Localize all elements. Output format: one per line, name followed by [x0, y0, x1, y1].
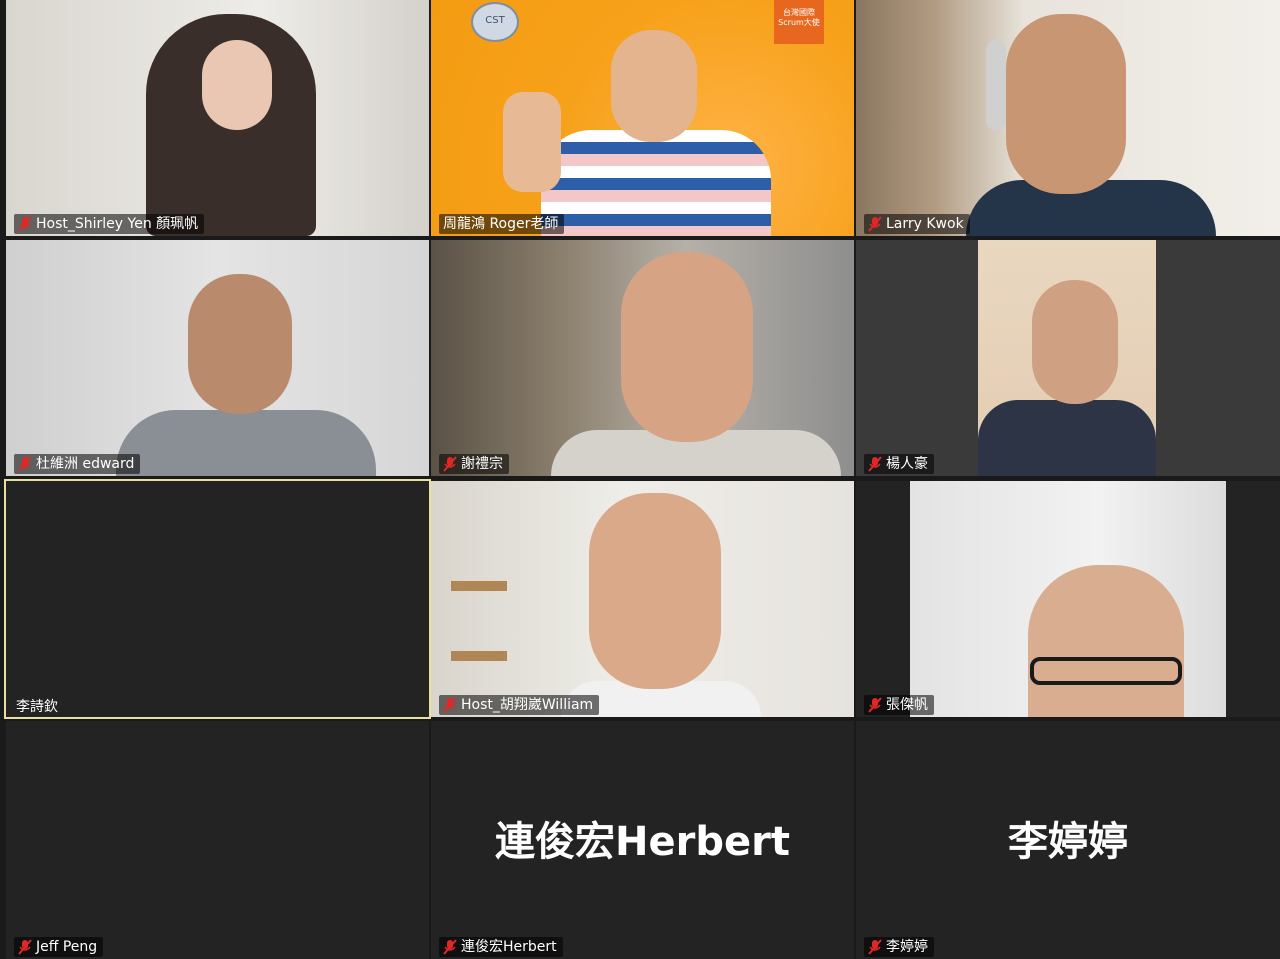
- participant-tile-edward[interactable]: 杜維洲 edward: [6, 240, 429, 476]
- person-face: [202, 40, 272, 130]
- person-face: [589, 493, 721, 689]
- name-label: Host_Shirley Yen 顏珮帆: [14, 214, 205, 234]
- name-label: 楊人豪: [864, 454, 934, 474]
- participant-name: 張傑帆: [886, 697, 928, 713]
- muted-mic-icon: [443, 697, 457, 713]
- participant-tile-herbert[interactable]: 連俊宏Herbert 連俊宏Herbert: [431, 721, 854, 959]
- muted-mic-icon: [18, 939, 32, 955]
- shelf: [451, 581, 507, 591]
- participant-tile-william[interactable]: Host_胡翔崴William: [431, 481, 854, 717]
- muted-mic-icon: [868, 216, 882, 232]
- video-grid: Host_Shirley Yen 顏珮帆 CST 台灣國際 Scrum大使 周龍…: [0, 0, 1280, 959]
- participant-tile-larry[interactable]: Larry Kwok: [856, 0, 1280, 236]
- participant-name: 李詩欽: [16, 699, 58, 715]
- glasses-icon: [1030, 657, 1182, 685]
- name-label: 杜維洲 edward: [14, 454, 141, 474]
- participant-name: 謝禮宗: [461, 456, 503, 472]
- participant-tile-yang[interactable]: 楊人豪: [856, 240, 1280, 476]
- cst-badge-icon: CST: [471, 2, 519, 42]
- name-label: Jeff Peng: [14, 937, 104, 957]
- participant-name: Host_Shirley Yen 顏珮帆: [36, 216, 199, 232]
- participant-tile-shirley[interactable]: Host_Shirley Yen 顏珮帆: [6, 0, 429, 236]
- name-label: 張傑帆: [864, 695, 934, 715]
- person-face: [188, 274, 292, 414]
- muted-mic-icon: [18, 456, 32, 472]
- participant-display-name: 連俊宏Herbert: [495, 819, 790, 865]
- participant-name: Jeff Peng: [36, 939, 98, 955]
- person-face: [621, 252, 753, 442]
- participant-name: 楊人豪: [886, 456, 928, 472]
- headphones-icon: [986, 40, 1006, 130]
- name-label: 周龍鴻 Roger老師: [439, 214, 565, 234]
- name-label: Larry Kwok: [864, 214, 970, 234]
- participant-name: 杜維洲 edward: [36, 456, 135, 472]
- muted-mic-icon: [443, 456, 457, 472]
- name-label: 李詩欽: [12, 697, 64, 717]
- participant-tile-li-shiqin[interactable]: 李詩欽: [4, 479, 431, 719]
- participant-display-name: 李婷婷: [1008, 819, 1128, 865]
- person-shirt: [541, 130, 771, 236]
- muted-mic-icon: [868, 697, 882, 713]
- muted-mic-icon: [443, 939, 457, 955]
- shelf: [451, 651, 507, 661]
- participant-name: 連俊宏Herbert: [461, 939, 557, 955]
- name-label: 李婷婷: [864, 937, 934, 957]
- participant-name: Larry Kwok: [886, 216, 964, 232]
- muted-mic-icon: [868, 456, 882, 472]
- person-body: [978, 400, 1156, 476]
- name-label: 謝禮宗: [439, 454, 509, 474]
- person-face: [1006, 14, 1126, 194]
- participant-tile-roger[interactable]: CST 台灣國際 Scrum大使 周龍鴻 Roger老師: [431, 0, 854, 236]
- muted-mic-icon: [868, 939, 882, 955]
- muted-mic-icon: [18, 216, 32, 232]
- person-face: [1028, 565, 1184, 717]
- person-face: [611, 30, 697, 142]
- name-label: Host_胡翔崴William: [439, 695, 600, 715]
- person-hand: [503, 92, 561, 192]
- participant-tile-xie[interactable]: 謝禮宗: [431, 240, 854, 476]
- name-label: 連俊宏Herbert: [439, 937, 563, 957]
- participant-tile-jeff[interactable]: Jeff Peng: [6, 721, 429, 959]
- participant-name: 李婷婷: [886, 939, 928, 955]
- participant-tile-zhang[interactable]: 張傑帆: [856, 481, 1280, 717]
- ambassador-badge: 台灣國際 Scrum大使: [774, 0, 824, 44]
- person-body: [116, 410, 376, 476]
- participant-tile-li-tingting[interactable]: 李婷婷 李婷婷: [856, 721, 1280, 959]
- person-face: [1032, 280, 1118, 404]
- participant-name: 周龍鴻 Roger老師: [443, 216, 559, 232]
- participant-name: Host_胡翔崴William: [461, 697, 594, 713]
